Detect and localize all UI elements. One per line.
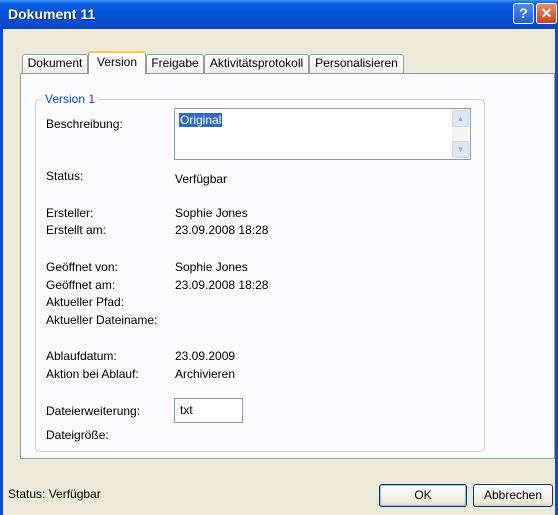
opened-by-value: Sophie Jones [175, 260, 248, 274]
dialog-window: Dokument 11 ? ✕ Dokument Version Freigab… [0, 0, 558, 515]
description-textarea[interactable]: Original ▲ ▼ [174, 108, 471, 160]
status-bar-text: Status: Verfügbar [8, 487, 101, 501]
expiry-value: 23.09.2009 [175, 349, 236, 363]
cancel-button[interactable]: Abbrechen [473, 484, 553, 507]
description-value: Original [179, 113, 223, 127]
opened-at-label: Geöffnet am: [46, 278, 116, 292]
close-icon: ✕ [540, 5, 553, 21]
tab-label: Personalisieren [315, 56, 398, 70]
chevron-up-icon: ▲ [456, 114, 465, 123]
created-value: 23.09.2008 18:28 [175, 223, 269, 237]
expiry-action-label: Aktion bei Ablauf: [46, 367, 139, 381]
status-value: Verfügbar [175, 172, 228, 186]
creator-value: Sophie Jones [175, 206, 248, 220]
current-filename-label: Aktueller Dateiname: [46, 313, 158, 327]
extension-input[interactable]: txt [174, 398, 243, 423]
creator-label: Ersteller: [46, 206, 94, 220]
created-label: Erstellt am: [46, 223, 107, 237]
filesize-label: Dateigröße: [46, 428, 109, 442]
window-title: Dokument 11 [8, 6, 96, 22]
tab-version[interactable]: Version [88, 51, 146, 74]
scroll-up-button[interactable]: ▲ [452, 110, 469, 127]
extension-value: txt [180, 403, 193, 417]
tab-personalisieren[interactable]: Personalisieren [309, 54, 404, 73]
extension-label: Dateierweiterung: [46, 404, 141, 418]
current-path-label: Aktueller Pfad: [46, 295, 125, 309]
close-button[interactable]: ✕ [536, 3, 557, 24]
help-button[interactable]: ? [513, 3, 534, 24]
groupbox-legend: Version 1 [42, 92, 99, 106]
scroll-down-button[interactable]: ▼ [452, 141, 469, 158]
expiry-action-value: Archivieren [175, 367, 236, 381]
scrollbar[interactable]: ▲ ▼ [452, 110, 469, 158]
tab-label: Freigabe [151, 56, 199, 70]
expiry-label: Ablaufdatum: [46, 349, 117, 363]
tab-freigabe[interactable]: Freigabe [146, 54, 204, 73]
tab-label: Dokument [27, 56, 83, 70]
tab-label: Aktivitätsprotokoll [209, 56, 304, 70]
opened-at-value: 23.09.2008 18:28 [175, 278, 269, 292]
opened-by-label: Geöffnet von: [46, 260, 118, 274]
window-frame-left [0, 29, 3, 515]
tab-aktivitaetsprotokoll[interactable]: Aktivitätsprotokoll [204, 54, 309, 73]
help-icon: ? [519, 5, 528, 21]
description-label: Beschreibung: [46, 117, 123, 131]
tab-label: Version [96, 55, 138, 69]
tab-dokument[interactable]: Dokument [22, 54, 88, 73]
chevron-down-icon: ▼ [456, 145, 465, 154]
ok-button[interactable]: OK [379, 484, 467, 507]
status-label: Status: [46, 169, 84, 183]
title-bar[interactable]: Dokument 11 ? ✕ [0, 0, 558, 29]
